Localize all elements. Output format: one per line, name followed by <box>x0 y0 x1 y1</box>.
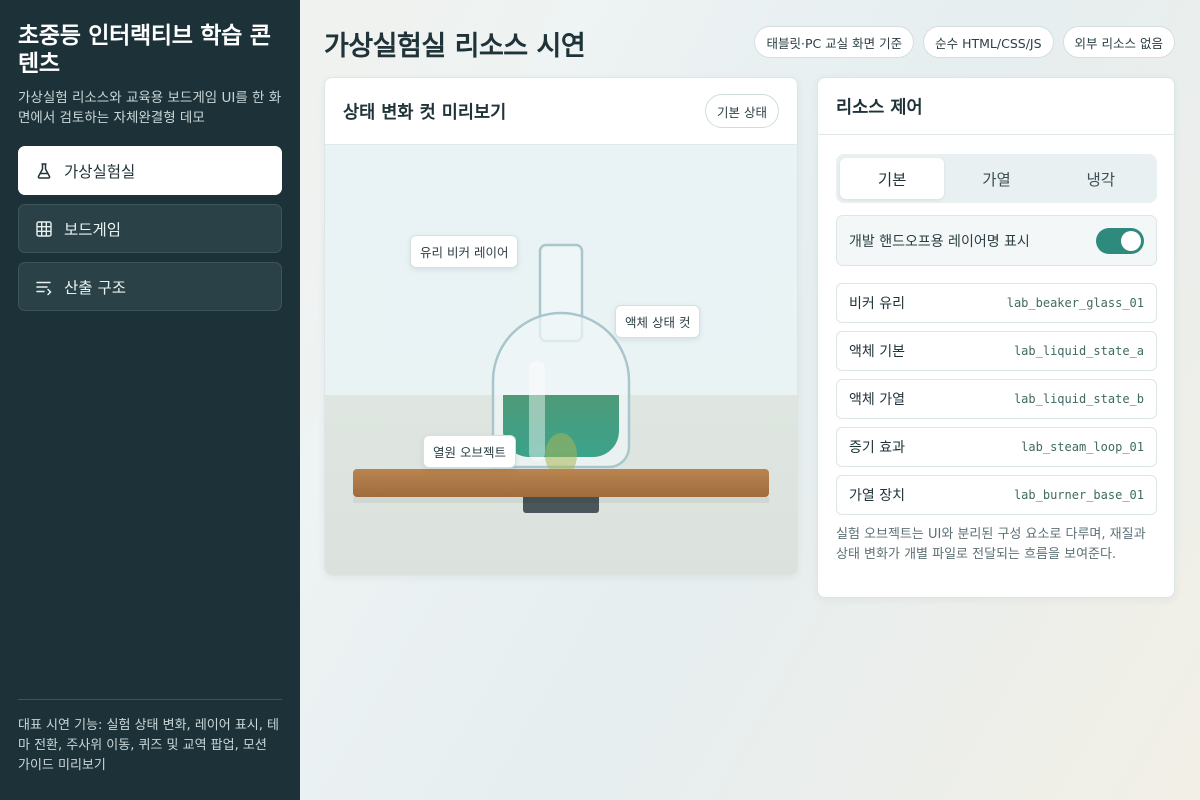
sidebar-footer: 대표 시연 기능: 실험 상태 변화, 레이어 표시, 테마 전환, 주사위 이… <box>18 699 282 776</box>
grid-icon <box>35 220 53 238</box>
callout-liquid-state: 액체 상태 컷 <box>615 305 701 338</box>
sidebar-nav: 가상실험실 보드게임 산출 구조 <box>18 146 282 311</box>
lab-stage: 유리 비커 레이어 액체 상태 컷 열원 오브젝트 <box>325 145 797 575</box>
tab-heat[interactable]: 가열 <box>944 158 1048 199</box>
app-description: 가상실험 리소스와 교육용 보드게임 UI를 한 화면에서 검토하는 자체완결형… <box>18 90 282 126</box>
info-chips: 태블릿·PC 교실 화면 기준 순수 HTML/CSS/JS 외부 리소스 없음 <box>754 26 1175 58</box>
layer-name-toggle-row: 개발 핸드오프용 레이어명 표시 <box>836 215 1157 266</box>
callout-heat-source: 열원 오브젝트 <box>423 435 516 468</box>
resource-file: lab_liquid_state_b <box>1013 392 1144 406</box>
flask-icon <box>35 162 53 180</box>
layer-name-toggle[interactable] <box>1096 227 1144 254</box>
sidebar-item-label: 산출 구조 <box>64 278 126 297</box>
list-item: 증기 효과 lab_steam_loop_01 <box>836 427 1157 467</box>
resource-file: lab_steam_loop_01 <box>1021 440 1144 454</box>
resource-note: 실험 오브젝트는 UI와 분리된 구성 요소로 다루며, 재질과 상태 변화가 … <box>836 527 1146 562</box>
resource-label: 가열 장치 <box>849 488 905 504</box>
preview-header: 상태 변화 컷 미리보기 기본 상태 <box>325 78 797 145</box>
chip-resources: 외부 리소스 없음 <box>1062 26 1175 58</box>
sidebar-item-label: 가상실험실 <box>64 162 136 181</box>
state-tabs: 기본 가열 냉각 <box>836 154 1157 203</box>
lab-scene <box>353 243 769 513</box>
tab-default[interactable]: 기본 <box>840 158 945 199</box>
list-arrow-icon <box>35 278 53 296</box>
list-item: 액체 기본 lab_liquid_state_a <box>836 331 1157 371</box>
resource-label: 증기 효과 <box>849 440 905 456</box>
list-item: 비커 유리 lab_beaker_glass_01 <box>836 283 1157 323</box>
resource-header: 리소스 제어 <box>818 78 1174 135</box>
list-item: 액체 가열 lab_liquid_state_b <box>836 379 1157 419</box>
sidebar-item-virtual-lab[interactable]: 가상실험실 <box>18 146 282 195</box>
preview-title: 상태 변화 컷 미리보기 <box>343 102 507 123</box>
resource-title: 리소스 제어 <box>836 97 923 118</box>
resource-file: lab_burner_base_01 <box>1013 488 1144 502</box>
resource-panel: 리소스 제어 기본 가열 냉각 개발 핸드오프용 레이어명 표시 비커 유리 l… <box>817 77 1175 598</box>
list-item: 가열 장치 lab_burner_base_01 <box>836 475 1157 515</box>
sidebar-item-board-game[interactable]: 보드게임 <box>18 204 282 253</box>
glass-highlight <box>529 361 545 461</box>
chip-device: 태블릿·PC 교실 화면 기준 <box>754 26 915 58</box>
page-title: 가상실험실 리소스 시연 <box>324 31 586 62</box>
chip-tech: 순수 HTML/CSS/JS <box>923 26 1054 58</box>
sidebar-item-label: 보드게임 <box>64 220 122 239</box>
shelf <box>353 469 769 497</box>
state-badge: 기본 상태 <box>705 94 779 128</box>
resource-label: 액체 기본 <box>849 344 905 360</box>
resource-label: 비커 유리 <box>849 296 905 312</box>
app-title: 초중등 인터랙티브 학습 콘텐츠 <box>18 23 271 77</box>
resource-list: 비커 유리 lab_beaker_glass_01 액체 기본 lab_liqu… <box>836 283 1157 523</box>
sidebar-item-output-structure[interactable]: 산출 구조 <box>18 262 282 311</box>
resource-file: lab_liquid_state_a <box>1013 344 1144 358</box>
tab-cool[interactable]: 냉각 <box>1049 158 1153 199</box>
sidebar: 초중등 인터랙티브 학습 콘텐츠 가상실험 리소스와 교육용 보드게임 UI를 … <box>0 0 300 800</box>
resource-label: 액체 가열 <box>849 392 905 408</box>
resource-file: lab_beaker_glass_01 <box>1006 296 1144 310</box>
callout-beaker-layer: 유리 비커 레이어 <box>410 235 519 268</box>
toggle-knob <box>1121 230 1141 251</box>
preview-card: 상태 변화 컷 미리보기 기본 상태 유리 비커 레이어 액체 상태 컷 열원 … <box>324 77 798 576</box>
toggle-label: 개발 핸드오프용 레이어명 표시 <box>849 233 1030 250</box>
